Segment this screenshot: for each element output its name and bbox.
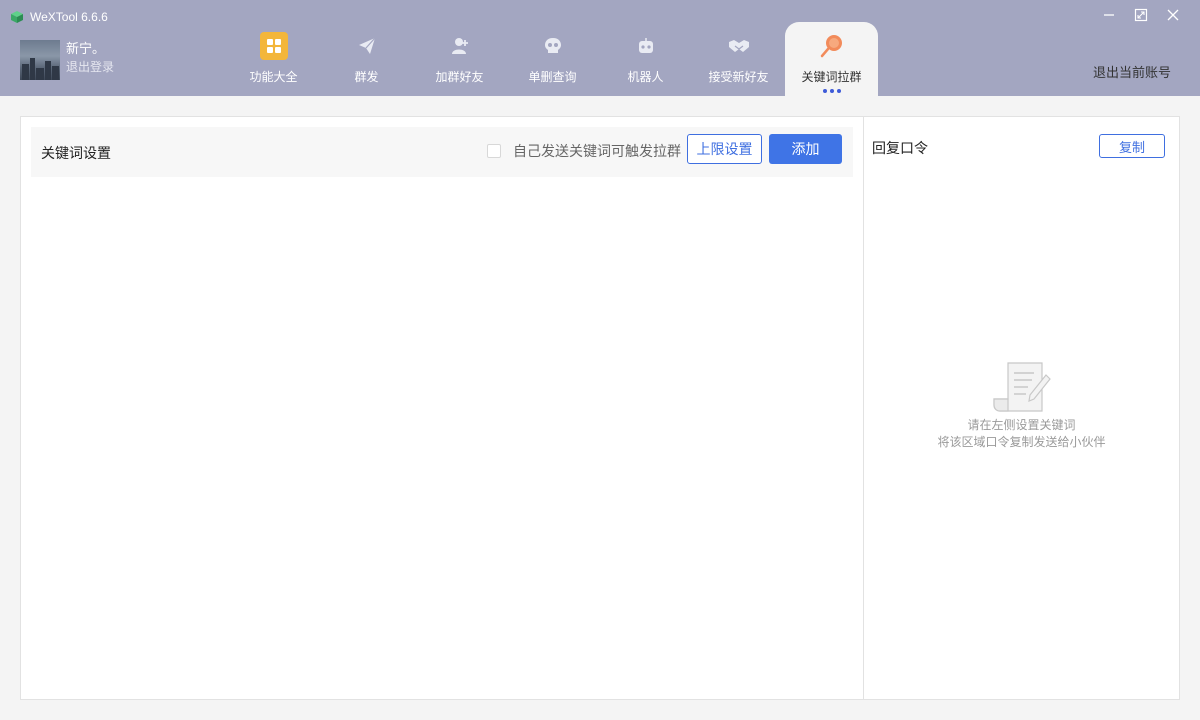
maximize-icon	[1134, 8, 1148, 22]
add-user-icon	[446, 32, 474, 60]
main-content: 关键词设置 自己发送关键词可触发拉群 上限设置 添加 回复口令 复制 请在左侧设…	[20, 116, 1180, 700]
nav-label: 关键词拉群	[801, 70, 862, 84]
avatar[interactable]	[20, 40, 60, 80]
close-icon	[1167, 9, 1179, 21]
title-bar: WeXTool 6.6.6	[10, 8, 108, 26]
app-logo-icon	[11, 11, 23, 23]
document-edit-icon	[992, 362, 1051, 412]
empty-state: 请在左侧设置关键词 将该区域口令复制发送给小伙伴	[864, 357, 1179, 451]
app-title: WeXTool 6.6.6	[30, 10, 108, 24]
logout-link[interactable]: 退出登录	[66, 58, 114, 76]
reply-panel: 回复口令 复制 请在左侧设置关键词 将该区域口令复制发送给小伙伴	[864, 117, 1179, 699]
self-trigger-label: 自己发送关键词可触发拉群	[513, 143, 681, 159]
add-keyword-button[interactable]: 添加	[769, 134, 842, 164]
nav-label: 接受新好友	[708, 70, 769, 84]
minimize-icon	[1104, 14, 1114, 16]
nav-label: 机器人	[627, 70, 664, 84]
more-dots-icon[interactable]	[822, 89, 841, 93]
empty-hint-line-2: 将该区域口令复制发送给小伙伴	[937, 435, 1106, 449]
nav-label: 加群好友	[435, 70, 484, 84]
empty-hint-line-1: 请在左侧设置关键词	[967, 418, 1076, 432]
logout-account-button[interactable]: 退出当前账号	[1093, 62, 1171, 81]
nav-label: 群发	[354, 70, 379, 84]
nav-item-all-features[interactable]: 功能大全	[227, 22, 320, 96]
nav-label: 功能大全	[249, 70, 298, 84]
self-trigger-checkbox[interactable]	[487, 144, 501, 158]
user-name: 新宁。	[66, 41, 106, 56]
nav-item-single-delete-check[interactable]: 单删查询	[506, 22, 599, 96]
grid-apps-icon	[259, 32, 288, 60]
nav-item-accept-friends[interactable]: 接受新好友	[692, 22, 785, 96]
app-header: WeXTool 6.6.6 新宁。 退出登录 功能大全 群发 加群好友 单删查询…	[0, 0, 1200, 96]
maximize-button[interactable]	[1132, 6, 1150, 24]
keyword-toolbar: 关键词设置 自己发送关键词可触发拉群 上限设置 添加	[31, 127, 853, 177]
nav-item-keyword-group[interactable]: 关键词拉群	[785, 22, 878, 96]
nav-label: 单删查询	[528, 70, 577, 84]
robot-icon	[632, 32, 660, 60]
handshake-icon	[725, 32, 753, 60]
keyword-panel: 关键词设置 自己发送关键词可触发拉群 上限设置 添加	[21, 117, 864, 699]
close-button[interactable]	[1164, 6, 1182, 24]
nav-item-group-friends[interactable]: 加群好友	[413, 22, 506, 96]
skull-icon	[539, 32, 567, 60]
keyword-settings-title: 关键词设置	[41, 145, 111, 161]
copy-button[interactable]: 复制	[1099, 134, 1165, 158]
window-controls	[1100, 6, 1182, 24]
user-block: 新宁。 退出登录	[20, 40, 114, 80]
lollipop-icon	[818, 32, 846, 60]
limit-settings-button[interactable]: 上限设置	[687, 134, 762, 164]
main-nav: 功能大全 群发 加群好友 单删查询 机器人 接受新好友 关键词拉群	[227, 22, 878, 96]
paper-plane-icon	[353, 32, 381, 60]
self-trigger-option[interactable]: 自己发送关键词可触发拉群	[487, 141, 681, 161]
reply-command-title: 回复口令	[872, 140, 928, 156]
nav-item-mass-send[interactable]: 群发	[320, 22, 413, 96]
nav-item-robot[interactable]: 机器人	[599, 22, 692, 96]
minimize-button[interactable]	[1100, 6, 1118, 24]
